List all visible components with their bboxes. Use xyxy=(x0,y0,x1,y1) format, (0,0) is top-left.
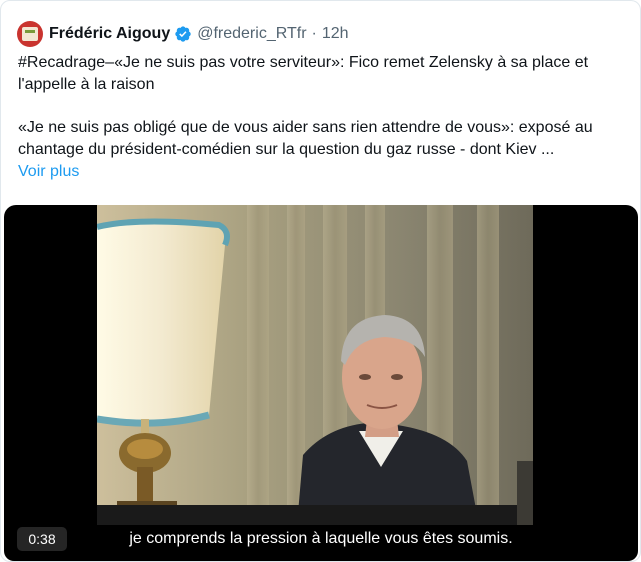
video-frame xyxy=(97,205,533,525)
tweet-card[interactable]: Frédéric Aigouy @frederic_RTfr · 12h #Re… xyxy=(0,0,641,562)
tweet-text-paragraph-1: #Recadrage–«Je ne suis pas votre servite… xyxy=(18,54,589,93)
tweet-text: #Recadrage–«Je ne suis pas votre servite… xyxy=(18,52,630,183)
timestamp[interactable]: 12h xyxy=(322,25,349,43)
tweet-text-paragraph-2: «Je ne suis pas obligé que de vous aider… xyxy=(18,119,593,158)
video-player[interactable]: 0:38 je comprends la pression à laquelle… xyxy=(4,205,638,561)
separator-dot: · xyxy=(311,25,317,42)
show-more-link[interactable]: Voir plus xyxy=(18,161,630,183)
avatar[interactable] xyxy=(17,21,43,47)
author-name[interactable]: Frédéric Aigouy xyxy=(49,25,170,43)
video-subtitle: je comprends la pression à laquelle vous… xyxy=(129,530,513,547)
verified-badge-icon xyxy=(175,26,191,42)
tweet-header: Frédéric Aigouy @frederic_RTfr · 12h xyxy=(17,19,624,49)
author-handle[interactable]: @frederic_RTfr xyxy=(197,25,306,43)
